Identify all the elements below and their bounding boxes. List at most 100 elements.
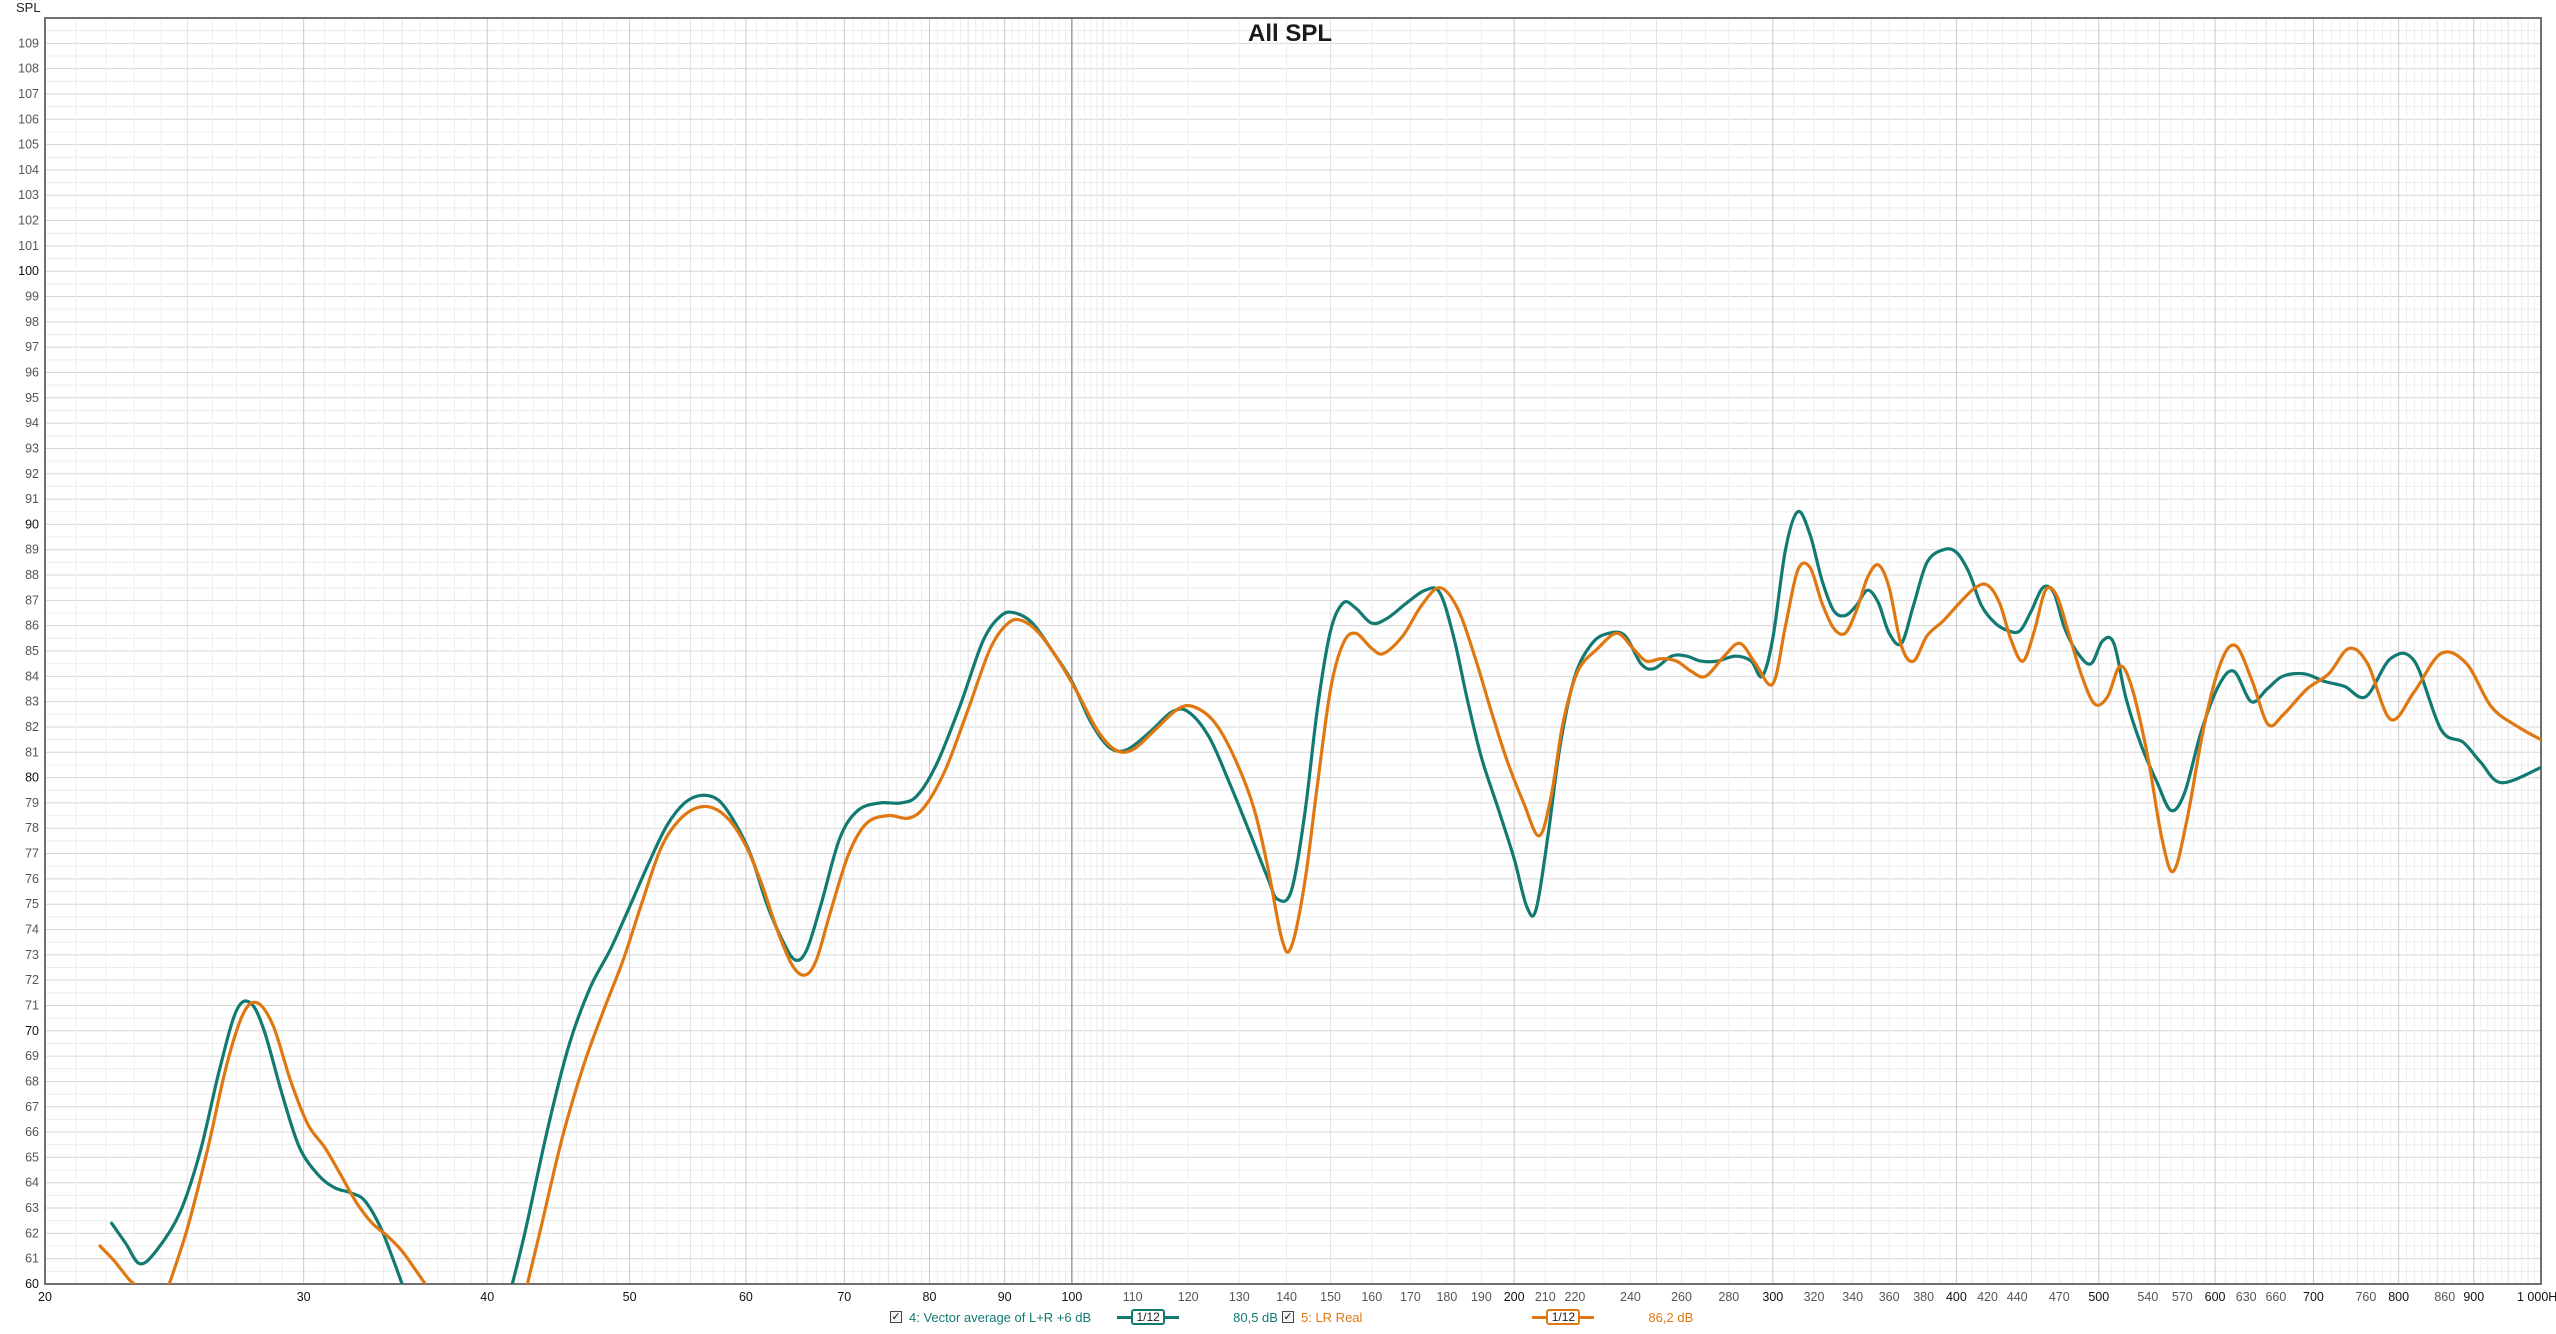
x-tick-label: 170 bbox=[1400, 1290, 1421, 1304]
y-tick-label: 67 bbox=[25, 1100, 39, 1114]
x-tick-label: 1 000Hz bbox=[2517, 1290, 2556, 1304]
x-tick-label: 260 bbox=[1671, 1290, 1692, 1304]
y-tick-label: 98 bbox=[25, 315, 39, 329]
y-tick-label: 101 bbox=[18, 239, 39, 253]
y-tick-label: 85 bbox=[25, 644, 39, 658]
y-tick-label: 79 bbox=[25, 796, 39, 810]
legend-item-2: ✓ 5: LR Real 1/12 86,2 dB bbox=[1282, 1305, 1693, 1329]
x-tick-label: 40 bbox=[480, 1290, 494, 1304]
x-tick-label: 600 bbox=[2205, 1290, 2226, 1304]
y-tick-label: 83 bbox=[25, 695, 39, 709]
x-tick-label: 180 bbox=[1436, 1290, 1457, 1304]
y-tick-label: 94 bbox=[25, 416, 39, 430]
y-tick-label: 75 bbox=[25, 897, 39, 911]
legend-item-1: ✓ 4: Vector average of L+R +6 dB 1/12 80… bbox=[890, 1305, 1278, 1329]
x-tick-label: 420 bbox=[1977, 1290, 1998, 1304]
series-1-level: 80,5 dB bbox=[1233, 1309, 1278, 1325]
y-tick-label: 89 bbox=[25, 543, 39, 557]
series-2-swatch[interactable]: 1/12 bbox=[1532, 1309, 1595, 1325]
y-tick-label: 108 bbox=[18, 62, 39, 76]
x-tick-label: 120 bbox=[1178, 1290, 1199, 1304]
y-tick-label: 66 bbox=[25, 1125, 39, 1139]
y-tick-label: 87 bbox=[25, 593, 39, 607]
y-tick-label: 92 bbox=[25, 467, 39, 481]
series-1-swatch[interactable]: 1/12 bbox=[1117, 1309, 1180, 1325]
y-tick-label: 91 bbox=[25, 492, 39, 506]
x-tick-label: 340 bbox=[1842, 1290, 1863, 1304]
x-tick-label: 470 bbox=[2049, 1290, 2070, 1304]
y-tick-label: 80 bbox=[25, 771, 39, 785]
y-tick-label: 88 bbox=[25, 568, 39, 582]
x-tick-label: 130 bbox=[1229, 1290, 1250, 1304]
x-tick-label: 900 bbox=[2463, 1290, 2484, 1304]
x-tick-label: 380 bbox=[1913, 1290, 1934, 1304]
y-tick-label: 99 bbox=[25, 290, 39, 304]
x-tick-label: 20 bbox=[38, 1290, 52, 1304]
y-tick-label: 71 bbox=[25, 998, 39, 1012]
x-tick-label: 50 bbox=[623, 1290, 637, 1304]
y-tick-label: 107 bbox=[18, 87, 39, 101]
series-2-checkbox[interactable]: ✓ bbox=[1282, 1311, 1294, 1323]
y-tick-label: 63 bbox=[25, 1201, 39, 1215]
spl-chart: 60 61 62 63 64 65 66 67 68 69 70 71 72 73 74 75 76 77 78 79… bbox=[0, 0, 2556, 1334]
y-tick-label: 86 bbox=[25, 619, 39, 633]
y-tick-label: 97 bbox=[25, 340, 39, 354]
y-tick-label: 72 bbox=[25, 973, 39, 987]
x-tick-label: 220 bbox=[1565, 1290, 1586, 1304]
minor-grid bbox=[44, 17, 2542, 1285]
x-tick-label: 700 bbox=[2303, 1290, 2324, 1304]
x-tick-label: 160 bbox=[1361, 1290, 1382, 1304]
x-tick-label: 30 bbox=[297, 1290, 311, 1304]
y-tick-label: 77 bbox=[25, 847, 39, 861]
x-tick-label: 280 bbox=[1718, 1290, 1739, 1304]
y-tick-label: 90 bbox=[25, 517, 39, 531]
y-tick-label: 69 bbox=[25, 1049, 39, 1063]
x-tick-label: 320 bbox=[1804, 1290, 1825, 1304]
y-tick-label: 70 bbox=[25, 1024, 39, 1038]
x-tick-label: 80 bbox=[923, 1290, 937, 1304]
x-tick-label: 760 bbox=[2355, 1290, 2376, 1304]
x-tick-label: 240 bbox=[1620, 1290, 1641, 1304]
y-tick-label: 96 bbox=[25, 365, 39, 379]
y-tick-label: 84 bbox=[25, 669, 39, 683]
x-tick-label: 100 bbox=[1061, 1290, 1082, 1304]
y-tick-label: 81 bbox=[25, 745, 39, 759]
series-1-checkbox[interactable]: ✓ bbox=[890, 1311, 902, 1323]
y-tick-label: 76 bbox=[25, 872, 39, 886]
x-tick-label: 90 bbox=[998, 1290, 1012, 1304]
series-2-smoothing[interactable]: 1/12 bbox=[1546, 1309, 1581, 1325]
y-tick-label: 74 bbox=[25, 923, 39, 937]
chart-title: All SPL bbox=[1248, 20, 1332, 47]
x-tick-label: 150 bbox=[1320, 1290, 1341, 1304]
x-tick-label: 210 bbox=[1535, 1290, 1556, 1304]
x-tick-label: 60 bbox=[739, 1290, 753, 1304]
y-tick-label: 102 bbox=[18, 214, 39, 228]
series-1-label[interactable]: 4: Vector average of L+R +6 dB bbox=[909, 1310, 1091, 1325]
x-tick-label: 500 bbox=[2088, 1290, 2109, 1304]
x-tick-label: 860 bbox=[2434, 1290, 2455, 1304]
x-tick-label: 660 bbox=[2265, 1290, 2286, 1304]
y-tick-label: 64 bbox=[25, 1176, 39, 1190]
y-tick-label: 100 bbox=[18, 264, 39, 278]
x-tick-label: 110 bbox=[1123, 1290, 1143, 1304]
x-tick-label: 440 bbox=[2007, 1290, 2028, 1304]
x-tick-label: 190 bbox=[1471, 1290, 1492, 1304]
series-2-label[interactable]: 5: LR Real bbox=[1301, 1310, 1362, 1325]
y-tick-label: 82 bbox=[25, 720, 39, 734]
y-tick-label: 95 bbox=[25, 391, 39, 405]
y-tick-label: 78 bbox=[25, 821, 39, 835]
x-tick-label: 800 bbox=[2388, 1290, 2409, 1304]
x-tick-label: 300 bbox=[1762, 1290, 1783, 1304]
y-tick-label: 61 bbox=[25, 1252, 39, 1266]
y-tick-label: 103 bbox=[18, 188, 39, 202]
x-tick-label: 140 bbox=[1276, 1290, 1297, 1304]
series-2-level: 86,2 dB bbox=[1648, 1309, 1694, 1325]
x-tick-label: 360 bbox=[1879, 1290, 1900, 1304]
series-1-smoothing[interactable]: 1/12 bbox=[1131, 1309, 1166, 1325]
x-tick-label: 570 bbox=[2172, 1290, 2193, 1304]
x-tick-label: 540 bbox=[2137, 1290, 2158, 1304]
x-tick-label: 200 bbox=[1504, 1290, 1525, 1304]
y-tick-label: 62 bbox=[25, 1226, 39, 1240]
y-tick-label: 109 bbox=[18, 36, 39, 50]
y-tick-label: 105 bbox=[18, 138, 39, 152]
